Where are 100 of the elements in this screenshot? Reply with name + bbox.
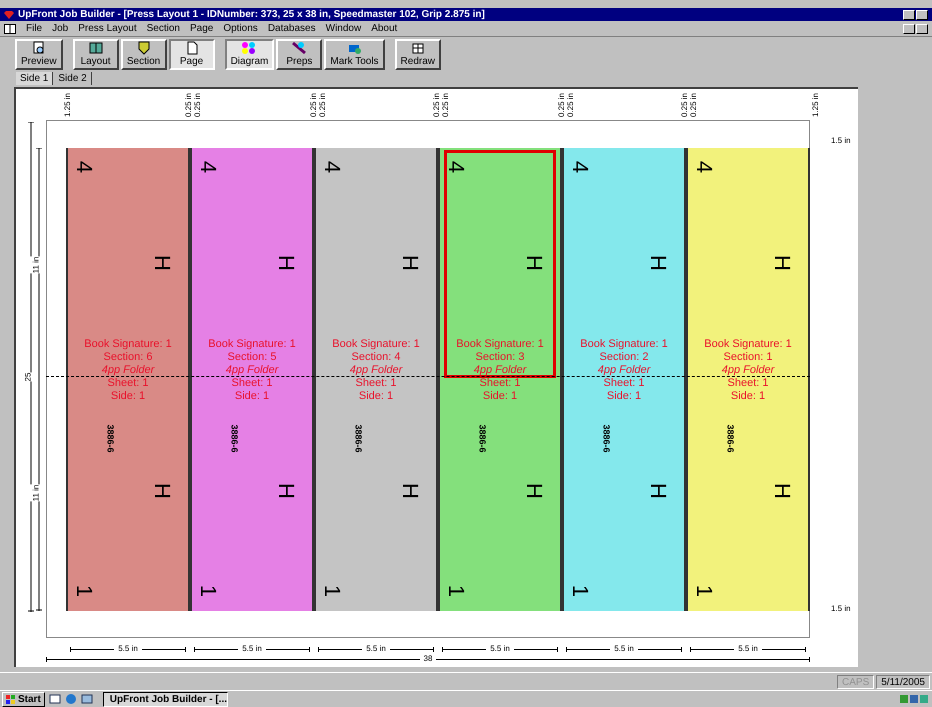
margin-label: 0.25 in — [681, 92, 689, 119]
sheet-tab[interactable]: Side 1 — [16, 72, 54, 85]
shield-icon — [136, 41, 151, 55]
page-mark: H — [647, 255, 670, 271]
page-mark: 4 — [693, 160, 716, 174]
page-mark: H — [399, 255, 422, 271]
restore-button[interactable] — [916, 24, 928, 34]
page-panel[interactable]: 4 H Book Signature: 1 Section: 6 4pp Folder Sheet: 1 Side: 1 3886-6 H 1 — [66, 148, 190, 611]
menu-item[interactable]: About — [371, 21, 398, 36]
signature-text: Section: 5 — [228, 351, 276, 364]
width-label: 5.5 in — [241, 643, 263, 655]
page-mark: 4 — [197, 160, 220, 174]
page-mark: H — [399, 483, 422, 499]
page-mark: H — [151, 483, 174, 499]
margin-label: 1.5 in — [831, 135, 851, 147]
margin-label: 0.25 in — [194, 92, 202, 119]
pen-icon — [291, 41, 308, 55]
signature-text: Side: 1 — [730, 390, 766, 403]
page-mark: 1 — [197, 584, 220, 598]
signature-text: Sheet: 1 — [604, 377, 644, 390]
desktop-icon[interactable] — [48, 693, 61, 705]
signature-text: Sheet: 1 — [232, 377, 272, 390]
signature-text: Side: 1 — [358, 390, 394, 403]
menu-item[interactable]: File — [26, 21, 42, 36]
document-icon — [4, 24, 16, 34]
toolbar-button[interactable]: Redraw — [394, 38, 442, 70]
job-code: 3886-6 — [230, 424, 239, 453]
margin-label: 0.25 in — [690, 92, 698, 119]
page-mark: 1 — [569, 584, 592, 598]
menu-item[interactable]: Section — [146, 21, 180, 36]
signature-text: 4pp Folder — [474, 364, 526, 377]
page-mark: H — [771, 483, 794, 499]
signature-text: Sheet: 1 — [356, 377, 396, 390]
menu-item[interactable]: Press Layout — [78, 21, 137, 36]
page-mark: H — [151, 255, 174, 271]
margin-label: 0.25 in — [185, 92, 193, 119]
signature-text: 4pp Folder — [598, 364, 650, 377]
taskbar-task[interactable]: UpFront Job Builder - [... — [102, 692, 228, 706]
minimize-button[interactable] — [903, 10, 915, 20]
margin-label: 1.5 in — [831, 603, 851, 615]
signature-text: Book Signature: 1 — [456, 338, 544, 351]
page-mark: H — [771, 255, 794, 271]
toolbar-button[interactable]: Diagram — [224, 38, 274, 70]
total-width-label: 38 — [422, 655, 434, 663]
signature-text: Side: 1 — [482, 390, 518, 403]
restore-button[interactable] — [916, 10, 928, 20]
page-panel[interactable]: 4 H Book Signature: 1 Section: 3 4pp Folder Sheet: 1 Side: 1 3886-6 H 1 — [438, 148, 562, 611]
signature-text: Book Signature: 1 — [704, 338, 792, 351]
menu-item[interactable]: Page — [190, 21, 214, 36]
width-label: 5.5 in — [489, 643, 511, 655]
job-code: 3886-6 — [602, 424, 611, 453]
minimize-button[interactable] — [903, 24, 915, 34]
toolbar-button[interactable]: Mark Tools — [324, 38, 385, 70]
page-mark: H — [647, 483, 670, 499]
job-code: 3886-6 — [726, 424, 735, 453]
start-button[interactable]: Start — [2, 692, 45, 706]
signature-text: Section: 2 — [600, 351, 648, 364]
menu-item[interactable]: Window — [326, 21, 362, 36]
page-panel[interactable]: 4 H Book Signature: 1 Section: 2 4pp Folder Sheet: 1 Side: 1 3886-6 H 1 — [562, 148, 686, 611]
dimension-label: 11 in — [30, 484, 42, 502]
signature-text: Book Signature: 1 — [332, 338, 420, 351]
signature-text: Side: 1 — [234, 390, 270, 403]
signature-text: Section: 4 — [352, 351, 400, 364]
signature-text: Sheet: 1 — [480, 377, 520, 390]
dimension-label: 11 in — [30, 256, 42, 274]
tray-icons — [900, 693, 930, 705]
status-date: 5/11/2005 — [876, 674, 930, 688]
margin-label: 0.25 in — [310, 92, 318, 119]
signature-text: Side: 1 — [606, 390, 642, 403]
book-icon — [88, 41, 103, 55]
page-panel[interactable]: 4 H Book Signature: 1 Section: 5 4pp Folder Sheet: 1 Side: 1 3886-6 H 1 — [190, 148, 314, 611]
margin-label: 1.25 in — [64, 92, 72, 119]
page-mark: H — [275, 255, 298, 271]
page-panel[interactable]: 4 H Book Signature: 1 Section: 4 4pp Folder Sheet: 1 Side: 1 3886-6 H 1 — [314, 148, 438, 611]
signature-text: Sheet: 1 — [108, 377, 148, 390]
signature-text: Book Signature: 1 — [580, 338, 668, 351]
page-mark: H — [523, 483, 546, 499]
job-code: 3886-6 — [354, 424, 363, 453]
page-panel[interactable]: 4 H Book Signature: 1 Section: 1 4pp Folder Sheet: 1 Side: 1 3886-6 H 1 — [686, 148, 810, 611]
toolbar-button[interactable]: Preps — [276, 38, 322, 70]
signature-text: 4pp Folder — [722, 364, 774, 377]
toolbar-button[interactable]: Preview — [15, 38, 63, 70]
margin-label: 1.25 in — [812, 92, 820, 119]
page-mark: 4 — [445, 160, 468, 174]
width-label: 5.5 in — [365, 643, 387, 655]
page-icon — [184, 41, 199, 55]
toolbar-button[interactable]: Section — [120, 38, 167, 70]
menu-item[interactable]: Databases — [268, 21, 316, 36]
color-dots-icon — [241, 41, 258, 55]
height-label: 25 — [22, 372, 34, 382]
toolbar-button[interactable]: Layout — [72, 38, 119, 70]
toolbar-button[interactable]: Page — [168, 38, 215, 70]
menu-item[interactable]: Options — [223, 21, 258, 36]
page-mark: 4 — [569, 160, 592, 174]
signature-text: Section: 6 — [104, 351, 152, 364]
signature-text: Section: 1 — [724, 351, 772, 364]
margin-label: 0.25 in — [433, 92, 441, 119]
menu-item[interactable]: Job — [52, 21, 68, 36]
margin-label: 0.25 in — [567, 92, 575, 119]
page-mark: 4 — [321, 160, 344, 174]
